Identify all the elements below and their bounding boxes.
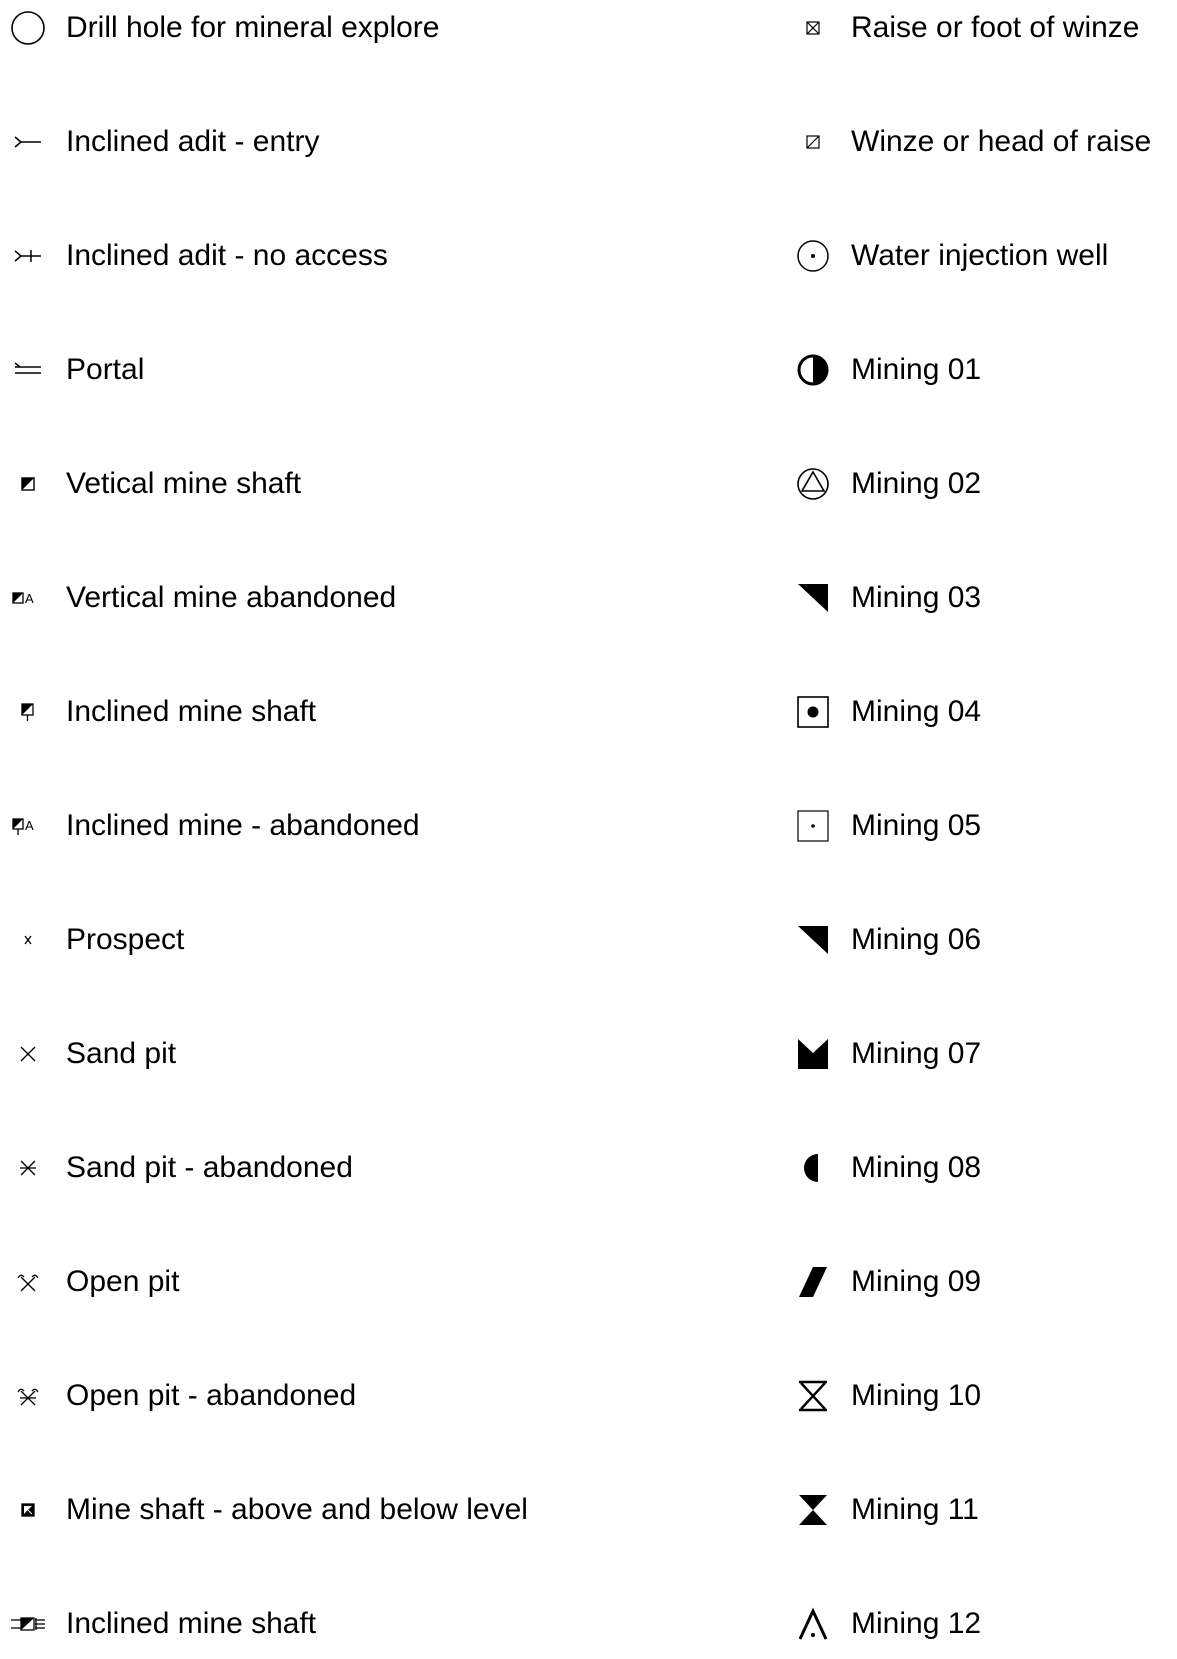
- mining-04-icon: [795, 694, 831, 730]
- legend-label: Open pit - abandoned: [66, 1379, 357, 1412]
- legend-item-mining-08: Mining 08: [795, 1146, 981, 1190]
- mine-shaft-above-below-icon: [10, 1492, 46, 1528]
- legend-item-winze-head-raise: Winze or head of raise: [795, 120, 1151, 164]
- mining-05-icon: [795, 808, 831, 844]
- inclined-mine-shaft-horizontal-icon: [10, 1606, 46, 1642]
- svg-text:A: A: [25, 818, 34, 833]
- legend-item-sand-pit-abandoned: Sand pit - abandoned: [10, 1146, 353, 1190]
- legend-item-mining-07: Mining 07: [795, 1032, 981, 1076]
- inclined-mine-shaft-icon: [10, 694, 46, 730]
- mining-01-icon: [795, 352, 831, 388]
- legend-item-inclined-adit-entry: Inclined adit - entry: [10, 120, 319, 164]
- legend-label: Vetical mine shaft: [66, 467, 302, 500]
- sand-pit-icon: [10, 1036, 46, 1072]
- legend-item-mining-09: Mining 09: [795, 1260, 981, 1304]
- legend-item-mining-10: Mining 10: [795, 1374, 981, 1418]
- mining-10-icon: [795, 1378, 831, 1414]
- inclined-adit-no-access-icon: [10, 238, 46, 274]
- legend-item-mining-04: Mining 04: [795, 690, 981, 734]
- legend-label: Mine shaft - above and below level: [66, 1493, 528, 1526]
- svg-text:A: A: [25, 591, 34, 606]
- map-symbol-legend: Drill hole for mineral explore Inclined …: [0, 0, 1177, 1659]
- open-pit-icon: [10, 1264, 46, 1300]
- legend-label: Sand pit: [66, 1037, 177, 1070]
- legend-item-mining-02: Mining 02: [795, 462, 981, 506]
- legend-label: Mining 06: [851, 923, 982, 956]
- legend-item-inclined-mine-shaft-2: Inclined mine shaft: [10, 1602, 316, 1646]
- vertical-mine-abandoned-icon: A: [10, 580, 46, 616]
- legend-item-mining-03: Mining 03: [795, 576, 981, 620]
- legend-item-vertical-mine-abandoned: A Vertical mine abandoned: [10, 576, 396, 620]
- prospect-icon: [10, 922, 46, 958]
- legend-item-mining-11: Mining 11: [795, 1488, 979, 1532]
- legend-label: Sand pit - abandoned: [66, 1151, 353, 1184]
- legend-label: Mining 04: [851, 695, 982, 728]
- legend-item-portal: Portal: [10, 348, 144, 392]
- legend-item-water-injection-well: Water injection well: [795, 234, 1108, 278]
- legend-label: Inclined adit - no access: [66, 239, 388, 272]
- legend-item-mine-shaft-above-below: Mine shaft - above and below level: [10, 1488, 528, 1532]
- legend-item-mining-01: Mining 01: [795, 348, 981, 392]
- legend-label: Mining 08: [851, 1151, 982, 1184]
- mining-12-icon: [795, 1606, 831, 1642]
- open-pit-abandoned-icon: [10, 1378, 46, 1414]
- legend-item-mining-06: Mining 06: [795, 918, 981, 962]
- inclined-adit-entry-icon: [10, 124, 46, 160]
- legend-item-mining-05: Mining 05: [795, 804, 981, 848]
- water-injection-well-icon: [795, 238, 831, 274]
- legend-item-vertical-mine-shaft: Vetical mine shaft: [10, 462, 301, 506]
- mining-02-icon: [795, 466, 831, 502]
- legend-item-open-pit: Open pit: [10, 1260, 179, 1304]
- legend-item-sand-pit: Sand pit: [10, 1032, 176, 1076]
- mining-06-icon: [795, 922, 831, 958]
- sand-pit-abandoned-icon: [10, 1150, 46, 1186]
- legend-label: Prospect: [66, 923, 185, 956]
- legend-item-mining-12: Mining 12: [795, 1602, 981, 1646]
- raise-foot-winze-icon: [795, 10, 831, 46]
- winze-head-raise-icon: [795, 124, 831, 160]
- legend-label: Mining 05: [851, 809, 982, 842]
- legend-label: Winze or head of raise: [851, 125, 1152, 158]
- inclined-mine-abandoned-icon: A: [10, 808, 46, 844]
- legend-item-raise-foot-winze: Raise or foot of winze: [795, 6, 1139, 50]
- legend-label: Mining 03: [851, 581, 982, 614]
- legend-label: Raise or foot of winze: [851, 11, 1140, 44]
- legend-label: Inclined mine shaft: [66, 695, 317, 728]
- legend-label: Open pit: [66, 1265, 180, 1298]
- legend-label: Inclined adit - entry: [66, 125, 320, 158]
- legend-label: Mining 09: [851, 1265, 982, 1298]
- legend-label: Mining 11: [851, 1493, 979, 1526]
- portal-icon: [10, 352, 46, 388]
- legend-label: Drill hole for mineral explore: [66, 11, 440, 44]
- legend-item-open-pit-abandoned: Open pit - abandoned: [10, 1374, 356, 1418]
- drill-hole-icon: [10, 10, 46, 46]
- legend-label: Mining 12: [851, 1607, 982, 1640]
- mining-03-icon: [795, 580, 831, 616]
- legend-label: Portal: [66, 353, 145, 386]
- mining-08-icon: [795, 1150, 831, 1186]
- legend-label: Mining 10: [851, 1379, 982, 1412]
- vertical-mine-shaft-icon: [10, 466, 46, 502]
- legend-label: Mining 07: [851, 1037, 982, 1070]
- legend-item-prospect: Prospect: [10, 918, 184, 962]
- mining-07-icon: [795, 1036, 831, 1072]
- legend-label: Inclined mine - abandoned: [66, 809, 420, 842]
- legend-item-inclined-mine-abandoned: A Inclined mine - abandoned: [10, 804, 420, 848]
- legend-item-inclined-adit-no-access: Inclined adit - no access: [10, 234, 388, 278]
- legend-item-inclined-mine-shaft: Inclined mine shaft: [10, 690, 316, 734]
- mining-09-icon: [795, 1264, 831, 1300]
- mining-11-icon: [795, 1492, 831, 1528]
- legend-label: Water injection well: [851, 239, 1109, 272]
- legend-label: Inclined mine shaft: [66, 1607, 317, 1640]
- legend-item-drill-hole: Drill hole for mineral explore: [10, 6, 439, 50]
- legend-label: Mining 01: [851, 353, 982, 386]
- legend-label: Mining 02: [851, 467, 982, 500]
- legend-label: Vertical mine abandoned: [66, 581, 397, 614]
